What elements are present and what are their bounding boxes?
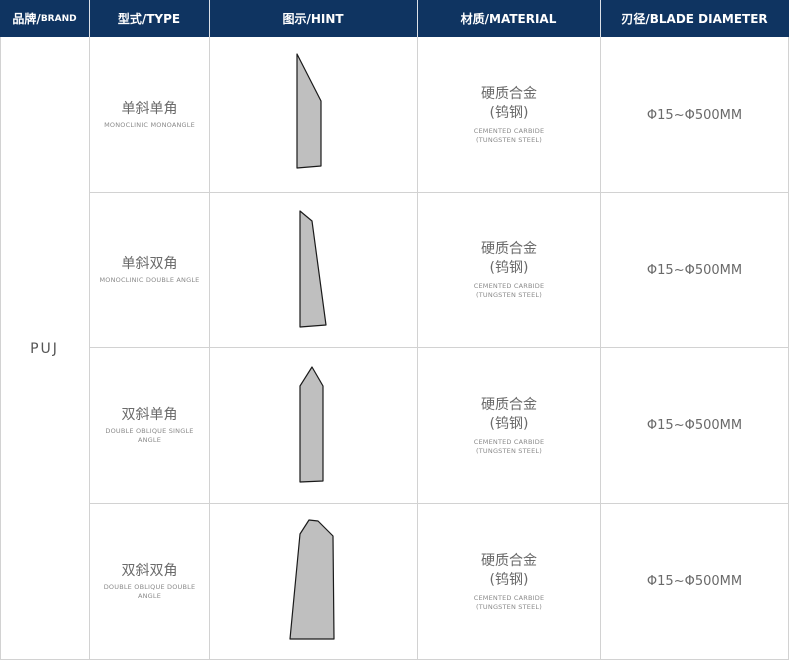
material-cn-sub: (钨钢) [489,415,529,432]
material-cn-sub: (钨钢) [489,571,529,588]
type-en: MONOCLINIC DOUBLE ANGLE [99,276,200,284]
material-en-sub: (TUNGSTEN STEEL) [476,446,542,455]
header-diameter: 刃径/BLADE DIAMETER [600,0,789,37]
type-en: DOUBLE OBLIQUE DOUBLE [103,583,196,591]
header-divider [89,0,90,37]
type-cn: 单斜单角 [121,101,178,117]
diameter-value: Φ15~Φ500MM [646,107,743,123]
type-cn: 单斜双角 [121,256,178,272]
material-en-sub: (TUNGSTEN STEEL) [476,136,542,144]
header-divider [417,0,418,37]
material-en: CEMENTED CARBIDE [473,282,545,290]
type-cn: 双斜单角 [121,407,178,423]
material-en: CEMENTED CARBIDE [473,593,545,602]
material-en: CEMENTED CARBIDE [473,437,545,446]
header-type: 型式/TYPE [89,0,209,37]
type-cell: 双斜双角 DOUBLE OBLIQUE DOUBLE ANGLE [90,504,209,659]
material-cell: 硬质合金 (钨钢) CEMENTED CARBIDE (TUNGSTEN STE… [418,348,600,503]
header-brand-en: BRAND [40,13,77,24]
diameter-value: Φ15~Φ500MM [646,262,743,278]
diameter-value: Φ15~Φ500MM [646,574,743,589]
type-en: MONOCLINIC MONOANGLE [104,121,195,129]
diameter-cell: Φ15~Φ500MM [601,38,788,192]
type-cell: 双斜单角 DOUBLE OBLIQUE SINGLE ANGLE [90,348,209,503]
material-cell: 硬质合金 (钨钢) CEMENTED CARBIDE (TUNGSTEN STE… [418,193,600,347]
type-en-sub: ANGLE [137,436,162,444]
spec-table: 品牌/BRAND 型式/TYPE 图示/HINT 材质/MATERIAL 刃径/… [0,0,789,660]
blade-double-oblique-single-angle-icon [299,366,324,483]
blade-monoclinic-monoangle-icon [296,53,322,169]
material-cn: 硬质合金 [481,86,537,102]
header-material: 材质/MATERIAL [417,0,600,37]
material-cell: 硬质合金 (钨钢) CEMENTED CARBIDE (TUNGSTEN STE… [418,504,600,659]
diameter-cell: Φ15~Φ500MM [601,348,788,503]
blade-monoclinic-double-angle-icon [299,210,327,328]
header-brand-cn: 品牌/ [12,12,41,26]
header-brand: 品牌/BRAND [0,0,89,37]
type-cell: 单斜双角 MONOCLINIC DOUBLE ANGLE [90,193,209,347]
diameter-cell: Φ15~Φ500MM [601,504,788,659]
material-cn-sub: (钨钢) [489,105,529,121]
material-cn: 硬质合金 [481,552,537,569]
brand-cell: PUJ [30,340,59,357]
header-hint: 图示/HINT [209,0,417,37]
blade-double-oblique-double-angle-icon [289,519,335,640]
material-en-sub: (TUNGSTEN STEEL) [476,291,542,299]
header-divider [209,0,210,37]
material-en-sub: (TUNGSTEN STEEL) [476,602,542,611]
header-divider [600,0,601,37]
material-cn: 硬质合金 [481,396,537,413]
material-cn: 硬质合金 [481,241,537,257]
material-cn-sub: (钨钢) [489,260,529,276]
type-en-sub: ANGLE [137,592,162,600]
material-cell: 硬质合金 (钨钢) CEMENTED CARBIDE (TUNGSTEN STE… [418,38,600,192]
type-en: DOUBLE OBLIQUE SINGLE [105,427,194,435]
diameter-cell: Φ15~Φ500MM [601,193,788,347]
material-en: CEMENTED CARBIDE [473,127,545,135]
type-cell: 单斜单角 MONOCLINIC MONOANGLE [90,38,209,192]
type-cn: 双斜双角 [121,563,178,579]
diameter-value: Φ15~Φ500MM [646,418,743,433]
